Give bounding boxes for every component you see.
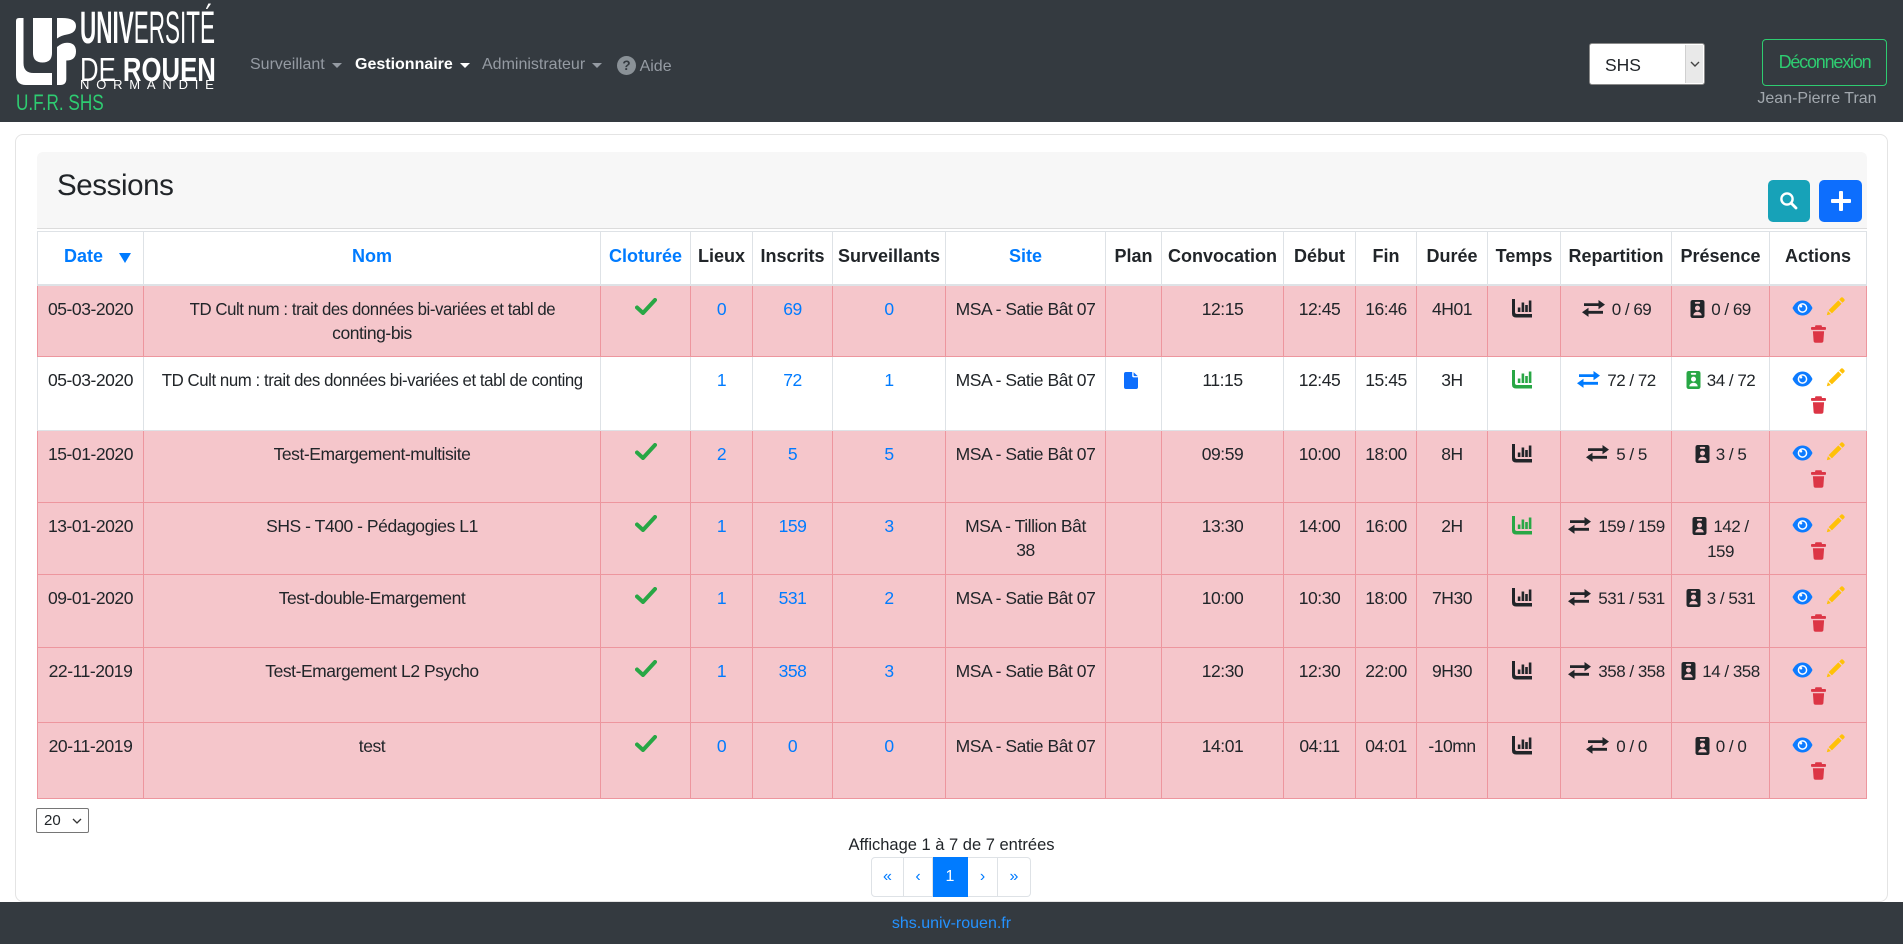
svg-text:?: ? <box>622 58 630 73</box>
